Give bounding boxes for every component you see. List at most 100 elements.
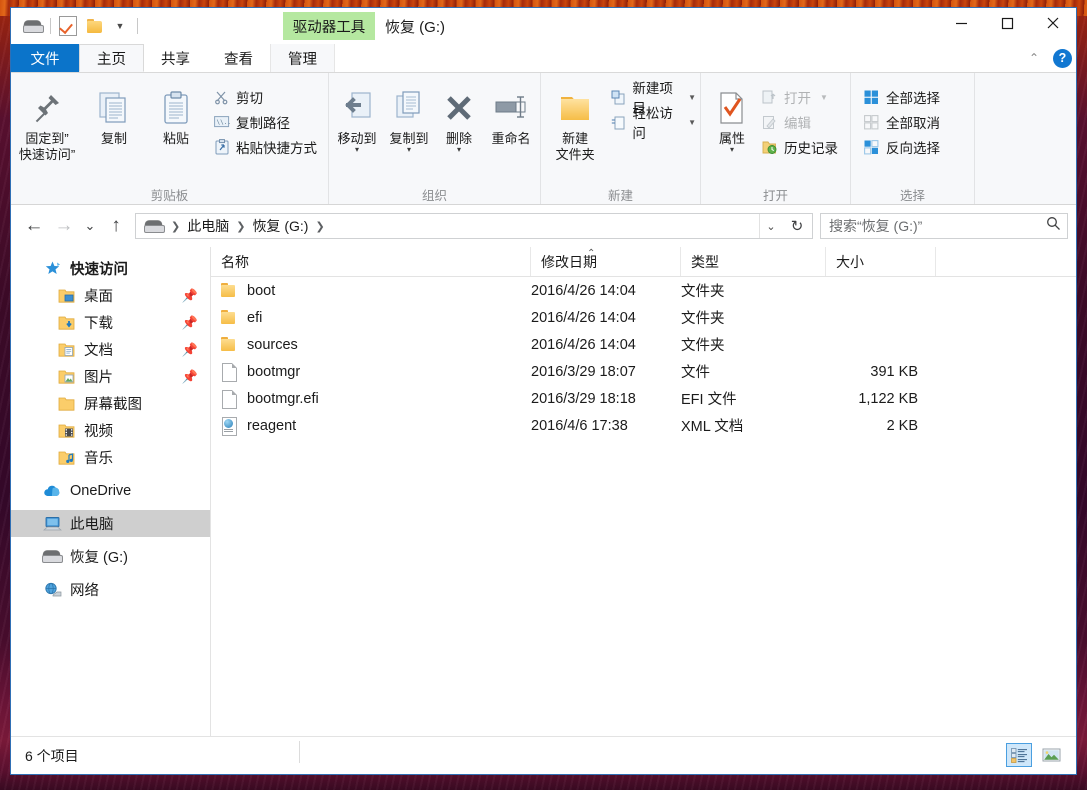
this-pc-icon [41,516,63,532]
file-date: 2016/3/29 18:18 [531,391,681,407]
edit-label: 编辑 [784,112,811,132]
sidebar-label: 屏幕截图 [84,393,142,414]
breadcrumb[interactable]: ❯ 此电脑 ❯ 恢复 (G:) ❯ ⌄ ↻ [135,213,813,239]
sidebar-item-this-pc[interactable]: 此电脑 [11,510,210,537]
breadcrumb-separator[interactable]: ❯ [312,220,327,233]
search-input[interactable] [827,217,1046,235]
breadcrumb-item-this-pc[interactable]: 此电脑 [183,216,233,236]
pin-icon[interactable]: 📌 [182,288,198,304]
pin-icon[interactable]: 📌 [182,342,198,358]
pin-icon [30,85,64,131]
tab-manage[interactable]: 管理 [270,44,335,72]
minimize-button[interactable] [938,8,984,38]
column-header-date-modified[interactable]: 修改日期 [531,247,681,276]
chevron-down-icon: ▼ [820,93,828,102]
details-view-button[interactable] [1006,743,1032,767]
sidebar-item-music[interactable]: 音乐 [11,444,210,471]
properties-button[interactable]: 属性 ▾ [709,79,755,153]
copy-button[interactable]: 复制 [83,79,145,147]
select-all-button[interactable]: 全部选择 [859,86,944,108]
pin-icon[interactable]: 📌 [182,369,198,385]
breadcrumb-dropdown-button[interactable]: ⌄ [759,214,782,238]
sidebar-item-videos[interactable]: 视频 [11,417,210,444]
sidebar-item-downloads[interactable]: 下载 📌 [11,309,210,336]
tab-view[interactable]: 查看 [207,44,270,72]
select-none-button[interactable]: 全部取消 [859,111,944,133]
sidebar-item-desktop[interactable]: 桌面 📌 [11,282,210,309]
sidebar-item-pictures[interactable]: 图片 📌 [11,363,210,390]
invert-selection-button[interactable]: 反向选择 [859,136,944,158]
breadcrumb-item-recovery-drive[interactable]: 恢复 (G:) [248,216,312,236]
open-button[interactable]: 打开 ▼ [757,86,842,108]
table-row[interactable]: reagent 2016/4/6 17:38 XML 文档 2 KB [211,412,1076,439]
paste-shortcut-button[interactable]: 粘贴快捷方式 [209,136,321,158]
rename-button[interactable]: 重命名 [483,79,539,147]
clipboard-small-commands: 剪切 \\.. 复制路径 粘贴快捷方式 [209,79,321,158]
search-icon[interactable] [1046,216,1061,236]
collapse-ribbon-button[interactable]: ⌃ [1025,51,1043,65]
sidebar-item-network[interactable]: 网络 [11,576,210,603]
new-folder-icon [87,19,102,33]
qat-drive-icon[interactable] [20,13,46,39]
folder-icon [221,282,238,300]
qat-properties-button[interactable] [55,13,81,39]
table-row[interactable]: boot 2016/4/26 14:04 文件夹 [211,277,1076,304]
sidebar-item-documents[interactable]: 文档 📌 [11,336,210,363]
qat-separator-2 [137,18,138,34]
paste-button[interactable]: 粘贴 [145,79,207,147]
drive-icon [23,20,43,33]
sidebar-label: 快速访问 [70,258,128,279]
maximize-button[interactable] [984,8,1030,38]
up-button[interactable]: ↑ [101,211,131,241]
sidebar-item-screenshots[interactable]: 屏幕截图 [11,390,210,417]
new-folder-label-line2: 文件夹 [556,147,595,163]
tab-home[interactable]: 主页 [79,44,144,72]
table-row[interactable]: bootmgr.efi 2016/3/29 18:18 EFI 文件 1,122… [211,385,1076,412]
large-icons-view-button[interactable] [1038,743,1064,767]
select-all-icon [863,89,880,106]
recent-locations-button[interactable]: ⌄ [79,211,101,241]
breadcrumb-separator[interactable]: ❯ [168,220,183,233]
history-icon [761,139,778,156]
close-button[interactable] [1030,8,1076,38]
table-row[interactable]: bootmgr 2016/3/29 18:07 文件 391 KB [211,358,1076,385]
sidebar-item-quick-access[interactable]: 快速访问 [11,255,210,282]
qat-new-folder-button[interactable] [81,13,107,39]
pin-to-quick-access-button[interactable]: 固定到” 快速访问” [11,79,83,163]
tab-file[interactable]: 文件 [11,44,79,72]
forward-button[interactable]: → [49,211,79,241]
qat-customize-button[interactable]: ▼ [107,13,133,39]
breadcrumb-separator[interactable]: ❯ [233,220,248,233]
ribbon-right-controls: ⌃ ? [1025,44,1072,72]
tab-share[interactable]: 共享 [144,44,207,72]
table-row[interactable]: sources 2016/4/26 14:04 文件夹 [211,331,1076,358]
sidebar-item-onedrive[interactable]: OneDrive [11,477,210,504]
copy-path-button[interactable]: \\.. 复制路径 [209,111,321,133]
new-folder-button[interactable]: 新建 文件夹 [547,79,603,163]
delete-button[interactable]: 删除 ▾ [435,79,483,153]
column-header-type[interactable]: 类型 [681,247,826,276]
table-row[interactable]: efi 2016/4/26 14:04 文件夹 [211,304,1076,331]
search-box[interactable] [820,213,1068,239]
sidebar-label: 音乐 [84,447,113,468]
ribbon-panel: 固定到” 快速访问” [11,73,1076,205]
file-explorer-window: ▼ 驱动器工具 恢复 (G:) 文件 主页 共享 查看 管理 ⌃ [10,7,1077,775]
column-header-name[interactable]: 名称 [211,247,531,276]
paste-shortcut-icon [213,139,230,156]
easy-access-label: 轻松访问 [632,102,679,142]
pin-icon[interactable]: 📌 [182,315,198,331]
easy-access-button[interactable]: 轻松访问 ▼ [607,111,700,133]
back-button[interactable]: ← [19,211,49,241]
status-bar: 6 个项目 [11,736,1076,774]
ribbon-group-select: 全部选择 全部取消 反向选择 选择 [851,73,975,204]
help-button[interactable]: ? [1053,49,1072,68]
refresh-button[interactable]: ↻ [784,214,810,238]
move-to-button[interactable]: 移动到 ▾ [331,79,383,153]
edit-button[interactable]: 编辑 [757,111,842,133]
new-folder-label-line1: 新建 [562,131,588,147]
cut-button[interactable]: 剪切 [209,86,321,108]
sidebar-item-recovery-drive[interactable]: 恢复 (G:) [11,543,210,570]
history-button[interactable]: 历史记录 [757,136,842,158]
copy-to-button[interactable]: 复制到 ▾ [383,79,435,153]
column-header-size[interactable]: 大小 [826,247,936,276]
